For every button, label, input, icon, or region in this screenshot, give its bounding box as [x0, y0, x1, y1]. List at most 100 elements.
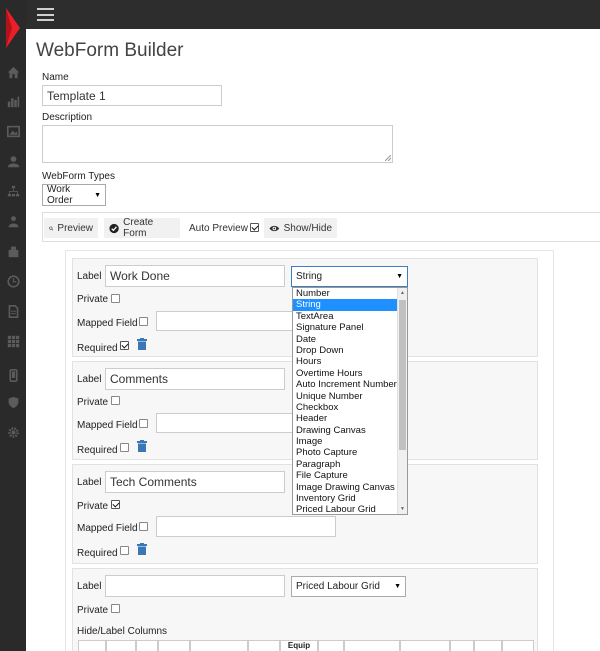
field-label-input[interactable]: Comments [105, 368, 285, 390]
grid-header-cell[interactable] [318, 640, 344, 651]
dropdown-option[interactable]: Unique Number [293, 391, 407, 402]
required-checkbox[interactable] [120, 443, 129, 452]
page-title: WebForm Builder [36, 40, 184, 61]
description-textarea[interactable] [42, 125, 393, 163]
mapped-field-checkbox[interactable] [139, 522, 148, 531]
document-icon[interactable] [5, 303, 21, 319]
mapped-field-input[interactable] [156, 413, 306, 433]
grid-header-cell[interactable] [106, 640, 136, 651]
check-circle-icon [109, 223, 119, 233]
dropdown-option[interactable]: Drop Down [293, 345, 407, 356]
scroll-down-icon[interactable]: ▼ [400, 506, 405, 512]
field-type-select[interactable]: Priced Labour Grid ▼ [291, 576, 406, 597]
auto-preview-checkbox[interactable] [250, 223, 259, 232]
chevron-down-icon: ▼ [394, 583, 401, 590]
dropdown-option[interactable]: Header [293, 413, 407, 424]
grid-header-cell[interactable] [474, 640, 502, 651]
search-icon [49, 226, 54, 231]
chevron-down-icon: ▼ [396, 273, 403, 280]
required-caption: Required [77, 343, 118, 354]
grid-header-cell[interactable] [190, 640, 248, 651]
required-checkbox[interactable] [120, 546, 129, 555]
field-label-input[interactable] [105, 575, 285, 597]
image-icon[interactable] [5, 123, 21, 139]
scroll-up-icon[interactable]: ▲ [400, 290, 405, 296]
dropdown-option[interactable]: Auto Increment Number [293, 379, 407, 390]
private-checkbox[interactable] [111, 500, 120, 509]
mapped-field-checkbox[interactable] [139, 317, 148, 326]
trash-icon[interactable] [137, 338, 147, 350]
field-type-dropdown-list[interactable]: Number String TextArea Signature Panel Date D… [292, 287, 408, 515]
mapped-field-caption: Mapped Field [77, 318, 138, 329]
mapped-field-caption: Mapped Field [77, 523, 138, 534]
required-checkbox[interactable] [120, 341, 129, 350]
field-card[interactable]: Label Priced Labour Grid ▼ Private Hide/… [72, 568, 538, 651]
clock-icon[interactable] [5, 273, 21, 289]
dropdown-option[interactable]: File Capture [293, 470, 407, 481]
dropdown-option[interactable]: Priced Labour Grid [293, 504, 407, 514]
sitemap-icon[interactable] [5, 183, 21, 199]
bar-chart-icon[interactable] [5, 93, 21, 109]
dropdown-option[interactable]: Hours [293, 356, 407, 367]
grid-header-cell[interactable] [248, 640, 280, 651]
sidebar [0, 0, 26, 651]
dropdown-option[interactable]: Checkbox [293, 402, 407, 413]
chevron-down-icon: ▼ [94, 191, 101, 199]
grid-header-equip[interactable]: Equip [280, 640, 318, 651]
hamburger-icon[interactable] [37, 6, 54, 23]
dropdown-scrollbar[interactable]: ▲ ▼ [397, 288, 407, 514]
private-checkbox[interactable] [111, 604, 120, 613]
mobile-icon[interactable] [5, 367, 21, 383]
dropdown-option[interactable]: Image [293, 436, 407, 447]
building-icon[interactable] [5, 243, 21, 259]
private-checkbox[interactable] [111, 396, 120, 405]
mapped-field-caption: Mapped Field [77, 420, 138, 431]
dropdown-option[interactable]: Number [293, 288, 407, 299]
grid-header-cell[interactable] [450, 640, 474, 651]
webform-types-select[interactable]: Work Order ▼ [42, 184, 106, 206]
preview-button[interactable]: Preview [44, 218, 98, 238]
create-form-button[interactable]: Create Form [104, 217, 180, 239]
grid-icon[interactable] [5, 333, 21, 349]
user-group-icon[interactable] [5, 213, 21, 229]
home-icon[interactable] [5, 64, 21, 80]
name-input-value: Template 1 [47, 88, 106, 103]
grid-header-cell[interactable] [502, 640, 534, 651]
dropdown-option[interactable]: Overtime Hours [293, 368, 407, 379]
dropdown-option[interactable]: Photo Capture [293, 447, 407, 458]
dropdown-option[interactable]: Drawing Canvas [293, 425, 407, 436]
dropdown-option[interactable]: Date [293, 334, 407, 345]
dropdown-option[interactable]: Signature Panel [293, 322, 407, 333]
dropdown-option[interactable]: Inventory Grid [293, 493, 407, 504]
mapped-field-input[interactable] [156, 516, 336, 537]
trash-icon[interactable] [137, 440, 147, 452]
grid-header-cell[interactable] [158, 640, 190, 651]
private-checkbox[interactable] [111, 294, 120, 303]
webform-types-label: WebForm Types [42, 171, 115, 182]
resize-handle-icon[interactable] [385, 155, 391, 161]
mapped-field-input[interactable] [156, 311, 306, 331]
dropdown-option[interactable]: Paragraph [293, 459, 407, 470]
field-label-input[interactable]: Work Done [105, 265, 285, 287]
dropdown-option[interactable]: Image Drawing Canvas [293, 482, 407, 493]
private-caption: Private [77, 397, 109, 408]
dropdown-option[interactable]: TextArea [293, 311, 407, 322]
shield-icon[interactable] [5, 394, 21, 410]
user-icon[interactable] [5, 153, 21, 169]
field-label-input[interactable]: Tech Comments [105, 471, 285, 493]
trash-icon[interactable] [137, 543, 147, 555]
logo-icon[interactable] [0, 0, 26, 52]
grid-header-cell[interactable] [400, 640, 450, 651]
dropdown-option[interactable]: String [293, 299, 407, 311]
show-hide-button[interactable]: Show/Hide [264, 218, 337, 238]
field-type-select[interactable]: String ▼ [291, 266, 408, 287]
grid-header-cell[interactable] [136, 640, 158, 651]
grid-header-cell[interactable] [78, 640, 106, 651]
name-input[interactable]: Template 1 [42, 85, 222, 106]
grid-header-cell[interactable] [344, 640, 400, 651]
field-label-caption: Label [77, 477, 102, 488]
required-caption: Required [77, 548, 118, 559]
mapped-field-checkbox[interactable] [139, 419, 148, 428]
gear-icon[interactable] [5, 424, 21, 440]
scrollbar-thumb[interactable] [399, 300, 406, 450]
